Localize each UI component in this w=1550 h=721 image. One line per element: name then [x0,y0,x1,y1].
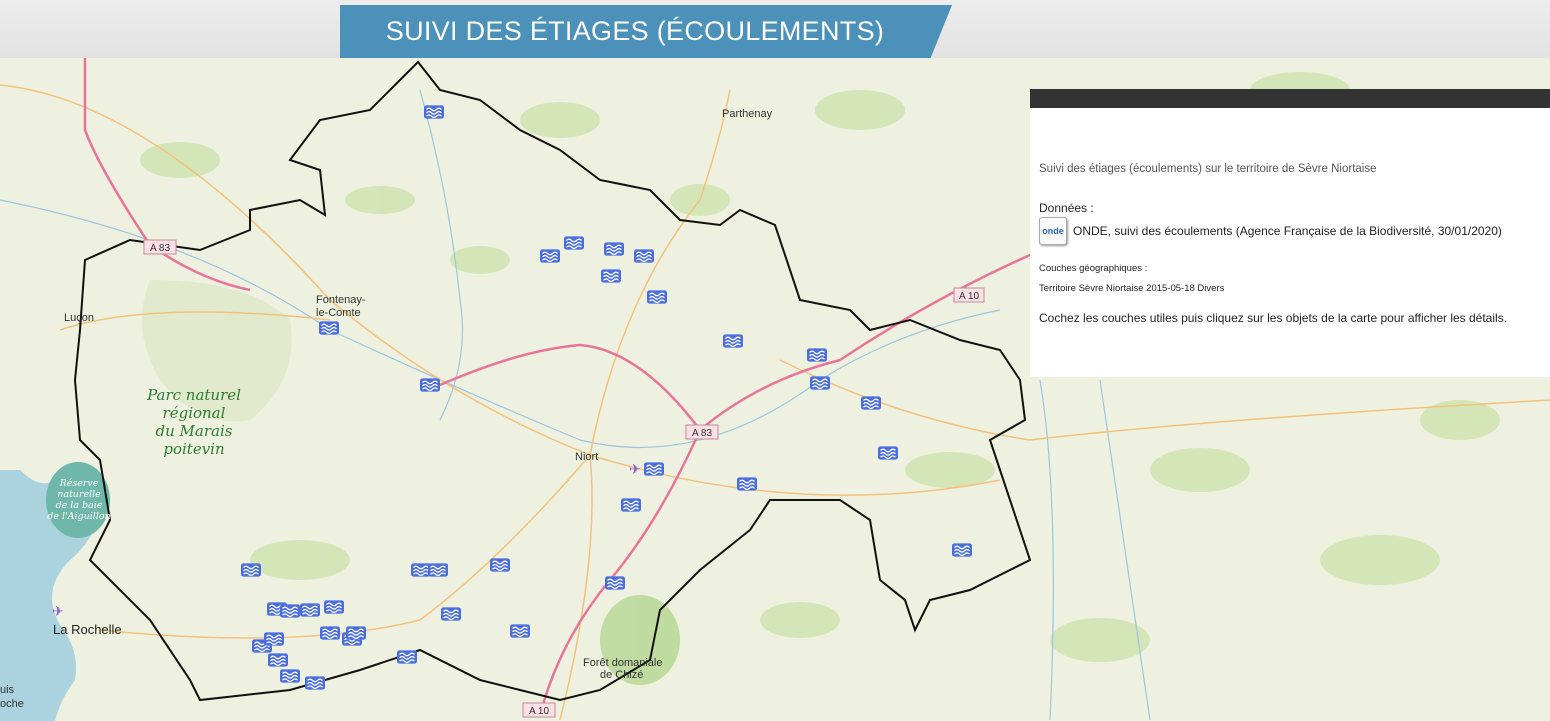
onde-station-marker[interactable] [241,563,261,577]
onde-station-marker[interactable] [305,676,325,690]
onde-station-marker[interactable] [428,563,448,577]
place-label-fontenay-1: Fontenay- [316,294,366,306]
park-label-1: Parc naturel [146,386,241,404]
title-banner: SUIVI DES ÉTIAGES (ÉCOULEMENTS) [340,5,952,58]
reserve-label-1: Réserve [59,478,99,489]
svg-text:A 83: A 83 [692,428,712,439]
onde-station-marker[interactable] [268,653,288,667]
onde-station-marker[interactable] [807,348,827,362]
place-label-niort: Niort [575,451,598,463]
page-title: SUIVI DES ÉTIAGES (ÉCOULEMENTS) [385,16,885,46]
road-shield-a10-south: A 10 [522,702,556,718]
onde-station-marker[interactable] [634,249,654,263]
onde-station-marker[interactable] [737,477,757,491]
onde-station-marker[interactable] [861,396,881,410]
reserve-label-3: de la baie [56,500,103,511]
onde-station-marker[interactable] [564,236,584,250]
info-panel: Suivi des étiages (écoulements) sur le t… [1030,89,1550,377]
onde-station-marker[interactable] [601,269,621,283]
svg-text:A 10: A 10 [959,291,979,302]
onde-station-marker[interactable] [952,543,972,557]
panel-help-text: Cochez les couches utiles puis cliquez s… [1039,311,1508,325]
onde-station-marker[interactable] [810,376,830,390]
road-shield-a10-east: A 10 [953,287,985,303]
onde-station-marker[interactable] [280,669,300,683]
onde-station-marker[interactable] [420,378,440,392]
place-label-parthenay: Parthenay [722,108,773,120]
panel-donnees-label: Données : [1039,201,1094,215]
onde-station-marker[interactable] [605,576,625,590]
top-bar: SUIVI DES ÉTIAGES (ÉCOULEMENTS) [0,0,1550,58]
onde-station-marker[interactable] [441,607,461,621]
place-label-fontenay-2: le-Comte [316,307,361,319]
onde-station-marker[interactable] [540,249,560,263]
onde-layer-row[interactable]: onde ONDE, suivi des écoulements (Agence… [1039,217,1502,245]
onde-station-marker[interactable] [300,603,320,617]
place-label-cut-1: uis [0,684,15,696]
svg-text:A 10: A 10 [529,706,549,717]
onde-station-marker[interactable] [644,462,664,476]
road-shield-a83-west: A 83 [143,239,177,255]
reserve-label-2: naturelle [57,489,101,500]
place-label-foret-1: Forêt domaniale [583,657,663,669]
onde-station-marker[interactable] [604,242,624,256]
airport-niort-icon: ✈ [629,461,641,477]
onde-station-marker[interactable] [490,558,510,572]
place-label-cut-2: oche [0,698,24,710]
onde-station-marker[interactable] [320,626,340,640]
park-label-3: du Marais [156,422,233,440]
road-shield-a83-east: A 83 [685,424,719,440]
reserve-label-4: de l'Aiguillon [47,511,110,522]
onde-station-marker[interactable] [280,604,300,618]
onde-station-marker[interactable] [723,334,743,348]
place-label-la-rochelle: La Rochelle [53,622,122,637]
onde-station-marker[interactable] [424,105,444,119]
panel-couches-label: Couches géographiques : [1039,263,1148,274]
onde-station-marker[interactable] [397,650,417,664]
info-panel-header [1030,89,1550,108]
airport-la-rochelle-icon: ✈ [52,603,64,619]
park-label-2: régional [163,404,226,422]
park-label-4: poitevin [163,440,224,458]
panel-intro-text: Suivi des étiages (écoulements) sur le t… [1039,163,1377,175]
onde-station-marker[interactable] [878,446,898,460]
onde-station-marker[interactable] [647,290,667,304]
onde-station-marker[interactable] [510,624,530,638]
panel-territoire-layer[interactable]: Territoire Sèvre Niortaise 2015-05-18 Di… [1039,283,1224,294]
onde-station-marker[interactable] [621,498,641,512]
svg-text:A 83: A 83 [150,243,170,254]
onde-station-marker[interactable] [324,600,344,614]
place-label-lucon: Luçon [64,312,94,324]
onde-station-marker[interactable] [346,626,366,640]
onde-station-marker[interactable] [264,632,284,646]
place-label-foret-2: de Chizé [600,669,643,681]
onde-layer-label[interactable]: ONDE, suivi des écoulements (Agence Fran… [1073,224,1502,238]
onde-logo-icon: onde [1039,217,1067,245]
onde-station-marker[interactable] [319,321,339,335]
